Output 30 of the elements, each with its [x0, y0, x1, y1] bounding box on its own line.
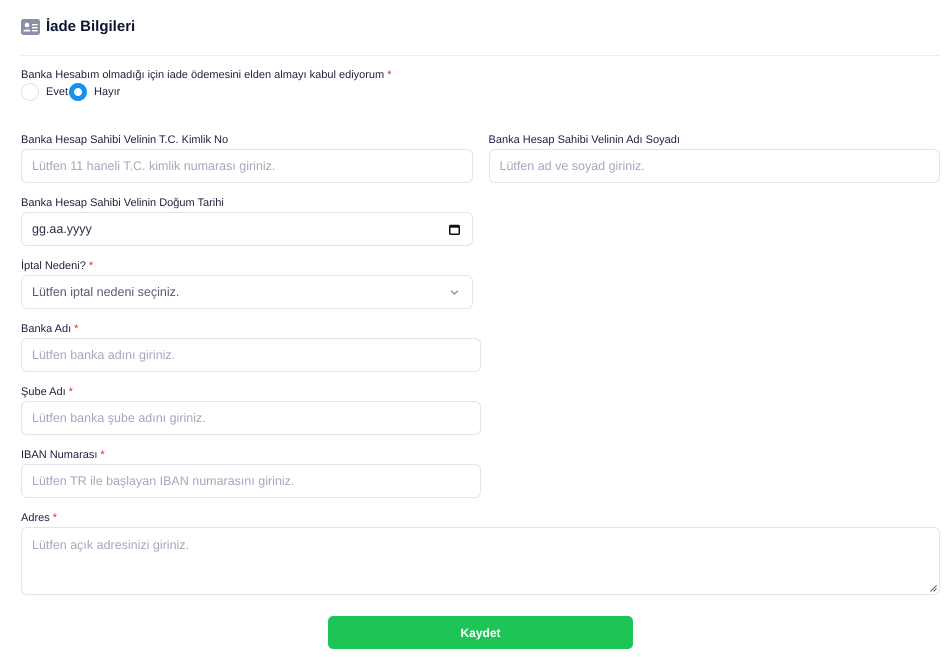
required-mark: * [100, 448, 105, 462]
radio-button[interactable] [69, 83, 88, 101]
required-mark: * [88, 259, 94, 273]
required-mark: * [387, 68, 392, 82]
resize-handle-icon[interactable] [930, 585, 937, 592]
field-label: Şube Adı [21, 385, 66, 399]
field-label: Banka Hesap Sahibi Velinin Adı Soyadı [488, 133, 680, 147]
radio-label: Hayır [94, 85, 120, 99]
section-title: İade Bilgileri [46, 17, 136, 37]
text-field[interactable]: Lütfen banka adını giriniz. [21, 338, 481, 372]
id-card-icon [21, 19, 40, 35]
text-field[interactable]: Lütfen 11 haneli T.C. kimlik numarası giriniz. [21, 149, 472, 183]
field-label: İptal Nedeni? [21, 259, 86, 273]
field-label: Banka Hesap Sahibi Velinin T.C. Kimlik No [21, 133, 228, 147]
required-mark: * [68, 385, 73, 399]
text-field[interactable]: Lütfen TR ile başlayan IBAN numarasını giriniz. [21, 464, 481, 498]
field-label: Adres [21, 511, 50, 525]
required-mark: * [74, 322, 78, 336]
textarea-field[interactable]: Lütfen açık adresinizi giriniz. [21, 527, 940, 595]
field-label: Banka Adı [21, 322, 72, 336]
required-mark: * [52, 511, 58, 525]
question-label: Banka Hesabım olmadığı için iade ödemesini elden almayı kabul ediyorum [21, 68, 384, 82]
text-field[interactable]: Lütfen banka şube adını giriniz. [21, 401, 481, 435]
field-label: IBAN Numarası [21, 448, 98, 462]
select-field[interactable]: Lütfen iptal nedeni seçiniz. [21, 275, 472, 309]
field-label: Banka Hesap Sahibi Velinin Doğum Tarihi [21, 196, 224, 210]
text-field[interactable]: Lütfen ad ve soyad giriniz. [488, 149, 940, 183]
date-field[interactable]: gg.aa.yyyy [21, 212, 472, 246]
calendar-icon[interactable] [448, 224, 460, 235]
radio-label: Evet [46, 85, 68, 99]
